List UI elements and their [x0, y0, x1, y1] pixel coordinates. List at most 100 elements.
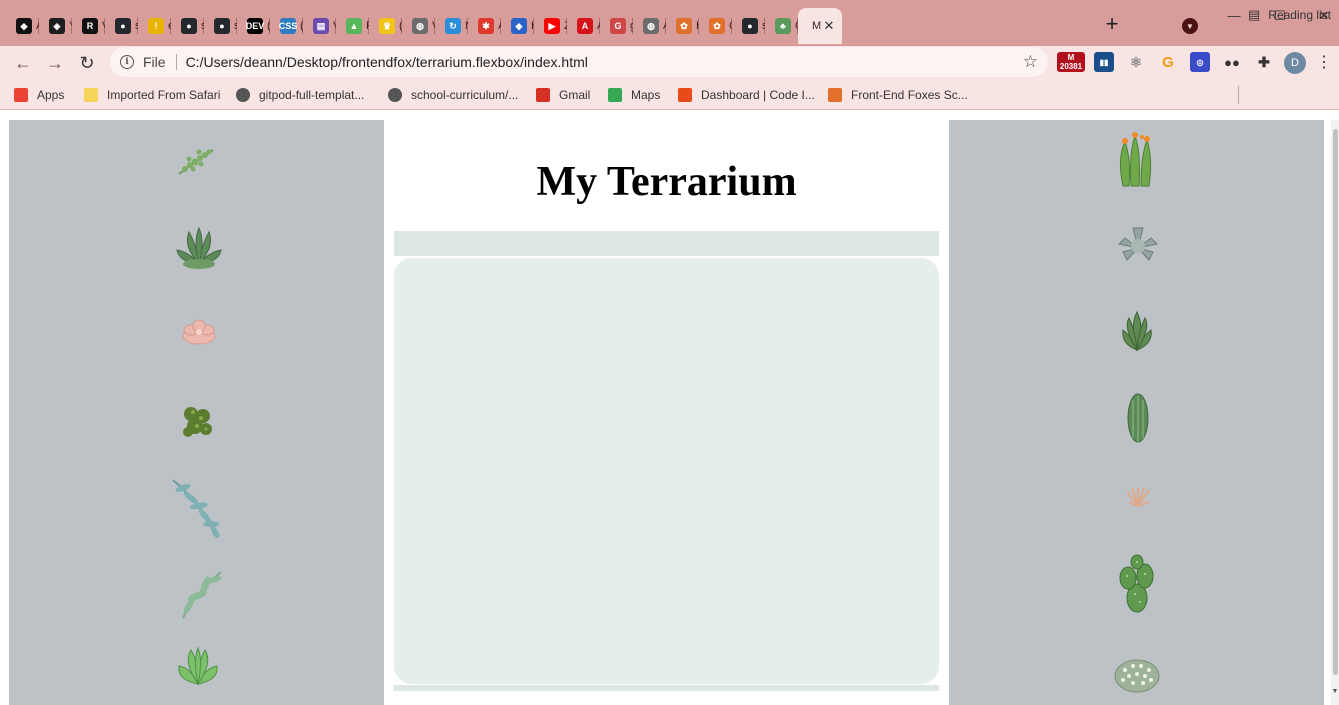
plant-2-green-succulent[interactable] [173, 224, 225, 270]
apps-grid-icon [14, 88, 28, 102]
dev-icon: DEV [246, 18, 264, 34]
loop-icon: ↻ [445, 18, 461, 34]
reading-list-button[interactable]: ▤ Reading list [1248, 5, 1331, 25]
fox-icon: ✿ [676, 18, 692, 34]
grammarly-icon[interactable]: G [1158, 52, 1178, 72]
browser-tab[interactable]: ♣C [765, 8, 798, 44]
url-text[interactable]: C:/Users/deann/Desktop/frontendfox/terra… [186, 54, 588, 70]
browser-tab[interactable]: ▲F [336, 8, 369, 44]
bookmark-item[interactable]: Maps [608, 85, 660, 105]
bookmarks-bar: Apps Imported From Safari gitpod-full-temp… [0, 80, 1339, 110]
bookmark-label: Maps [631, 88, 661, 102]
react-devtools-icon[interactable]: ⚛ [1126, 52, 1146, 72]
plant-11-column-cactus[interactable] [1125, 392, 1151, 444]
info-icon[interactable]: i [120, 55, 134, 69]
profile-avatar[interactable]: D [1284, 52, 1306, 74]
browser-tab[interactable]: ▶Z [534, 8, 567, 44]
bookmark-item[interactable]: school-curriculum/... [388, 85, 518, 105]
plant-12-air-plant[interactable] [1123, 484, 1153, 514]
bookmark-item[interactable]: Gmail [536, 85, 590, 105]
browser-tab[interactable]: ● s [204, 8, 237, 44]
scroll-down-arrow-icon[interactable]: ▼ [1331, 688, 1339, 695]
browser-tab[interactable]: ◈Y [39, 8, 72, 44]
browser-tab[interactable]: ◆A [6, 8, 39, 44]
browser-tab[interactable]: ● s [171, 8, 204, 44]
gmail-checker-extension[interactable]: M 20381 [1057, 52, 1085, 72]
left-plant-holder [9, 120, 384, 705]
new-tab-button[interactable]: + [1102, 13, 1122, 35]
active-tab[interactable]: M ✕ [798, 8, 842, 44]
bookmark-label: school-curriculum/... [411, 88, 519, 102]
github-icon [388, 88, 402, 102]
flexbox-game-icon: ▤ [313, 18, 329, 34]
url-scheme-label: File [143, 54, 166, 70]
browser-tab[interactable]: ✱A [468, 8, 501, 44]
acrobat-icon: A [577, 18, 593, 34]
plant-8-flowering-cactus[interactable] [1115, 128, 1157, 190]
back-button[interactable]: ← [12, 52, 34, 74]
folder-icon [84, 88, 98, 102]
bookmark-label: Imported From Safari [107, 88, 221, 102]
asterisk-icon: ✱ [478, 18, 494, 34]
browser-tab[interactable]: ◍A [633, 8, 666, 44]
emoji-icon: ! [148, 18, 164, 34]
bookmark-item[interactable]: Front-End Foxes Sc... [828, 85, 968, 105]
page-title: My Terrarium [536, 159, 797, 205]
bookmark-label: Apps [37, 88, 65, 102]
fox-icon: ✿ [709, 18, 725, 34]
jar-bottom [394, 685, 939, 691]
spy-extension-icon[interactable]: ●● [1222, 52, 1242, 72]
plant-3-pink-succulent[interactable] [179, 316, 219, 348]
scrollbar-thumb[interactable] [1333, 129, 1338, 675]
tab-search-button[interactable]: ▼ [1182, 18, 1198, 34]
browser-tab[interactable]: DEV( [237, 8, 270, 44]
menu-kebab-icon[interactable]: ⋮ [1316, 52, 1332, 72]
reload-button[interactable]: ↻ [76, 52, 98, 74]
replit-r-icon: R [82, 18, 98, 34]
close-tab-icon[interactable]: ✕ [820, 17, 838, 35]
browser-tab[interactable]: AA [567, 8, 600, 44]
plant-14-pincushion-cactus[interactable] [1113, 656, 1161, 694]
bookmark-item[interactable]: gitpod-full-templat... [236, 85, 364, 105]
tab-strip: ◆A◈YRV●s!e●s●sDEV(CSS(▤V▲F♛(◍V↻N✱A◆H▶ZAA… [0, 0, 1339, 46]
plant-1-fern-sprig[interactable] [175, 144, 217, 178]
browser-tab[interactable]: Gg [600, 8, 633, 44]
plant-13-prickly-pear[interactable] [1117, 554, 1157, 614]
plant-10-aloe-rosette[interactable] [1117, 308, 1157, 354]
browser-tab[interactable]: ▤V [303, 8, 336, 44]
page-viewport: My Terrarium ▼ [0, 111, 1339, 705]
mail-icon: M [1067, 53, 1075, 62]
address-bar[interactable]: i File C:/Users/deann/Desktop/frontendfo… [110, 47, 1048, 77]
plant-4-moss-cluster[interactable] [179, 402, 215, 442]
analytics-extension-icon[interactable]: ▮▮ [1094, 52, 1114, 72]
reading-list-divider [1238, 86, 1239, 104]
bookmark-item[interactable]: Dashboard | Code I... [678, 85, 815, 105]
minimize-button[interactable]: — [1224, 8, 1244, 24]
browser-tab[interactable]: ✿H [666, 8, 699, 44]
browser-tab[interactable]: !e [138, 8, 171, 44]
browser-tab[interactable]: ● s [105, 8, 138, 44]
browser-tab[interactable]: CSS( [270, 8, 303, 44]
bookmark-star-icon[interactable]: ☆ [1023, 52, 1038, 72]
extensions-puzzle-icon[interactable]: ✚ [1254, 52, 1274, 72]
plant-6-olive-branch[interactable] [175, 566, 227, 622]
codepen-icon: ◈ [49, 18, 65, 34]
bookmark-item[interactable]: Apps [14, 85, 64, 105]
plant-7-lime-succulent[interactable] [175, 644, 221, 688]
forward-button[interactable]: → [44, 52, 66, 74]
browser-tab[interactable]: ♛( [369, 8, 402, 44]
globe-icon: ◍ [412, 18, 428, 34]
browser-tab[interactable]: RV [72, 8, 105, 44]
css-grid-icon: CSS [279, 18, 297, 34]
reading-list-icon: ▤ [1248, 7, 1261, 22]
browser-tab[interactable]: ◆H [501, 8, 534, 44]
vpn-extension-icon[interactable]: ◎ [1190, 52, 1210, 72]
browser-tab[interactable]: ● s [732, 8, 765, 44]
plant-9-grey-echeveria[interactable] [1115, 224, 1161, 264]
plant-5-eucalyptus-branch[interactable] [167, 476, 225, 540]
browser-tab[interactable]: ↻N [435, 8, 468, 44]
browser-tab[interactable]: ✿C [699, 8, 732, 44]
maps-icon [608, 88, 622, 102]
bookmark-item[interactable]: Imported From Safari [84, 85, 220, 105]
browser-tab[interactable]: ◍V [402, 8, 435, 44]
